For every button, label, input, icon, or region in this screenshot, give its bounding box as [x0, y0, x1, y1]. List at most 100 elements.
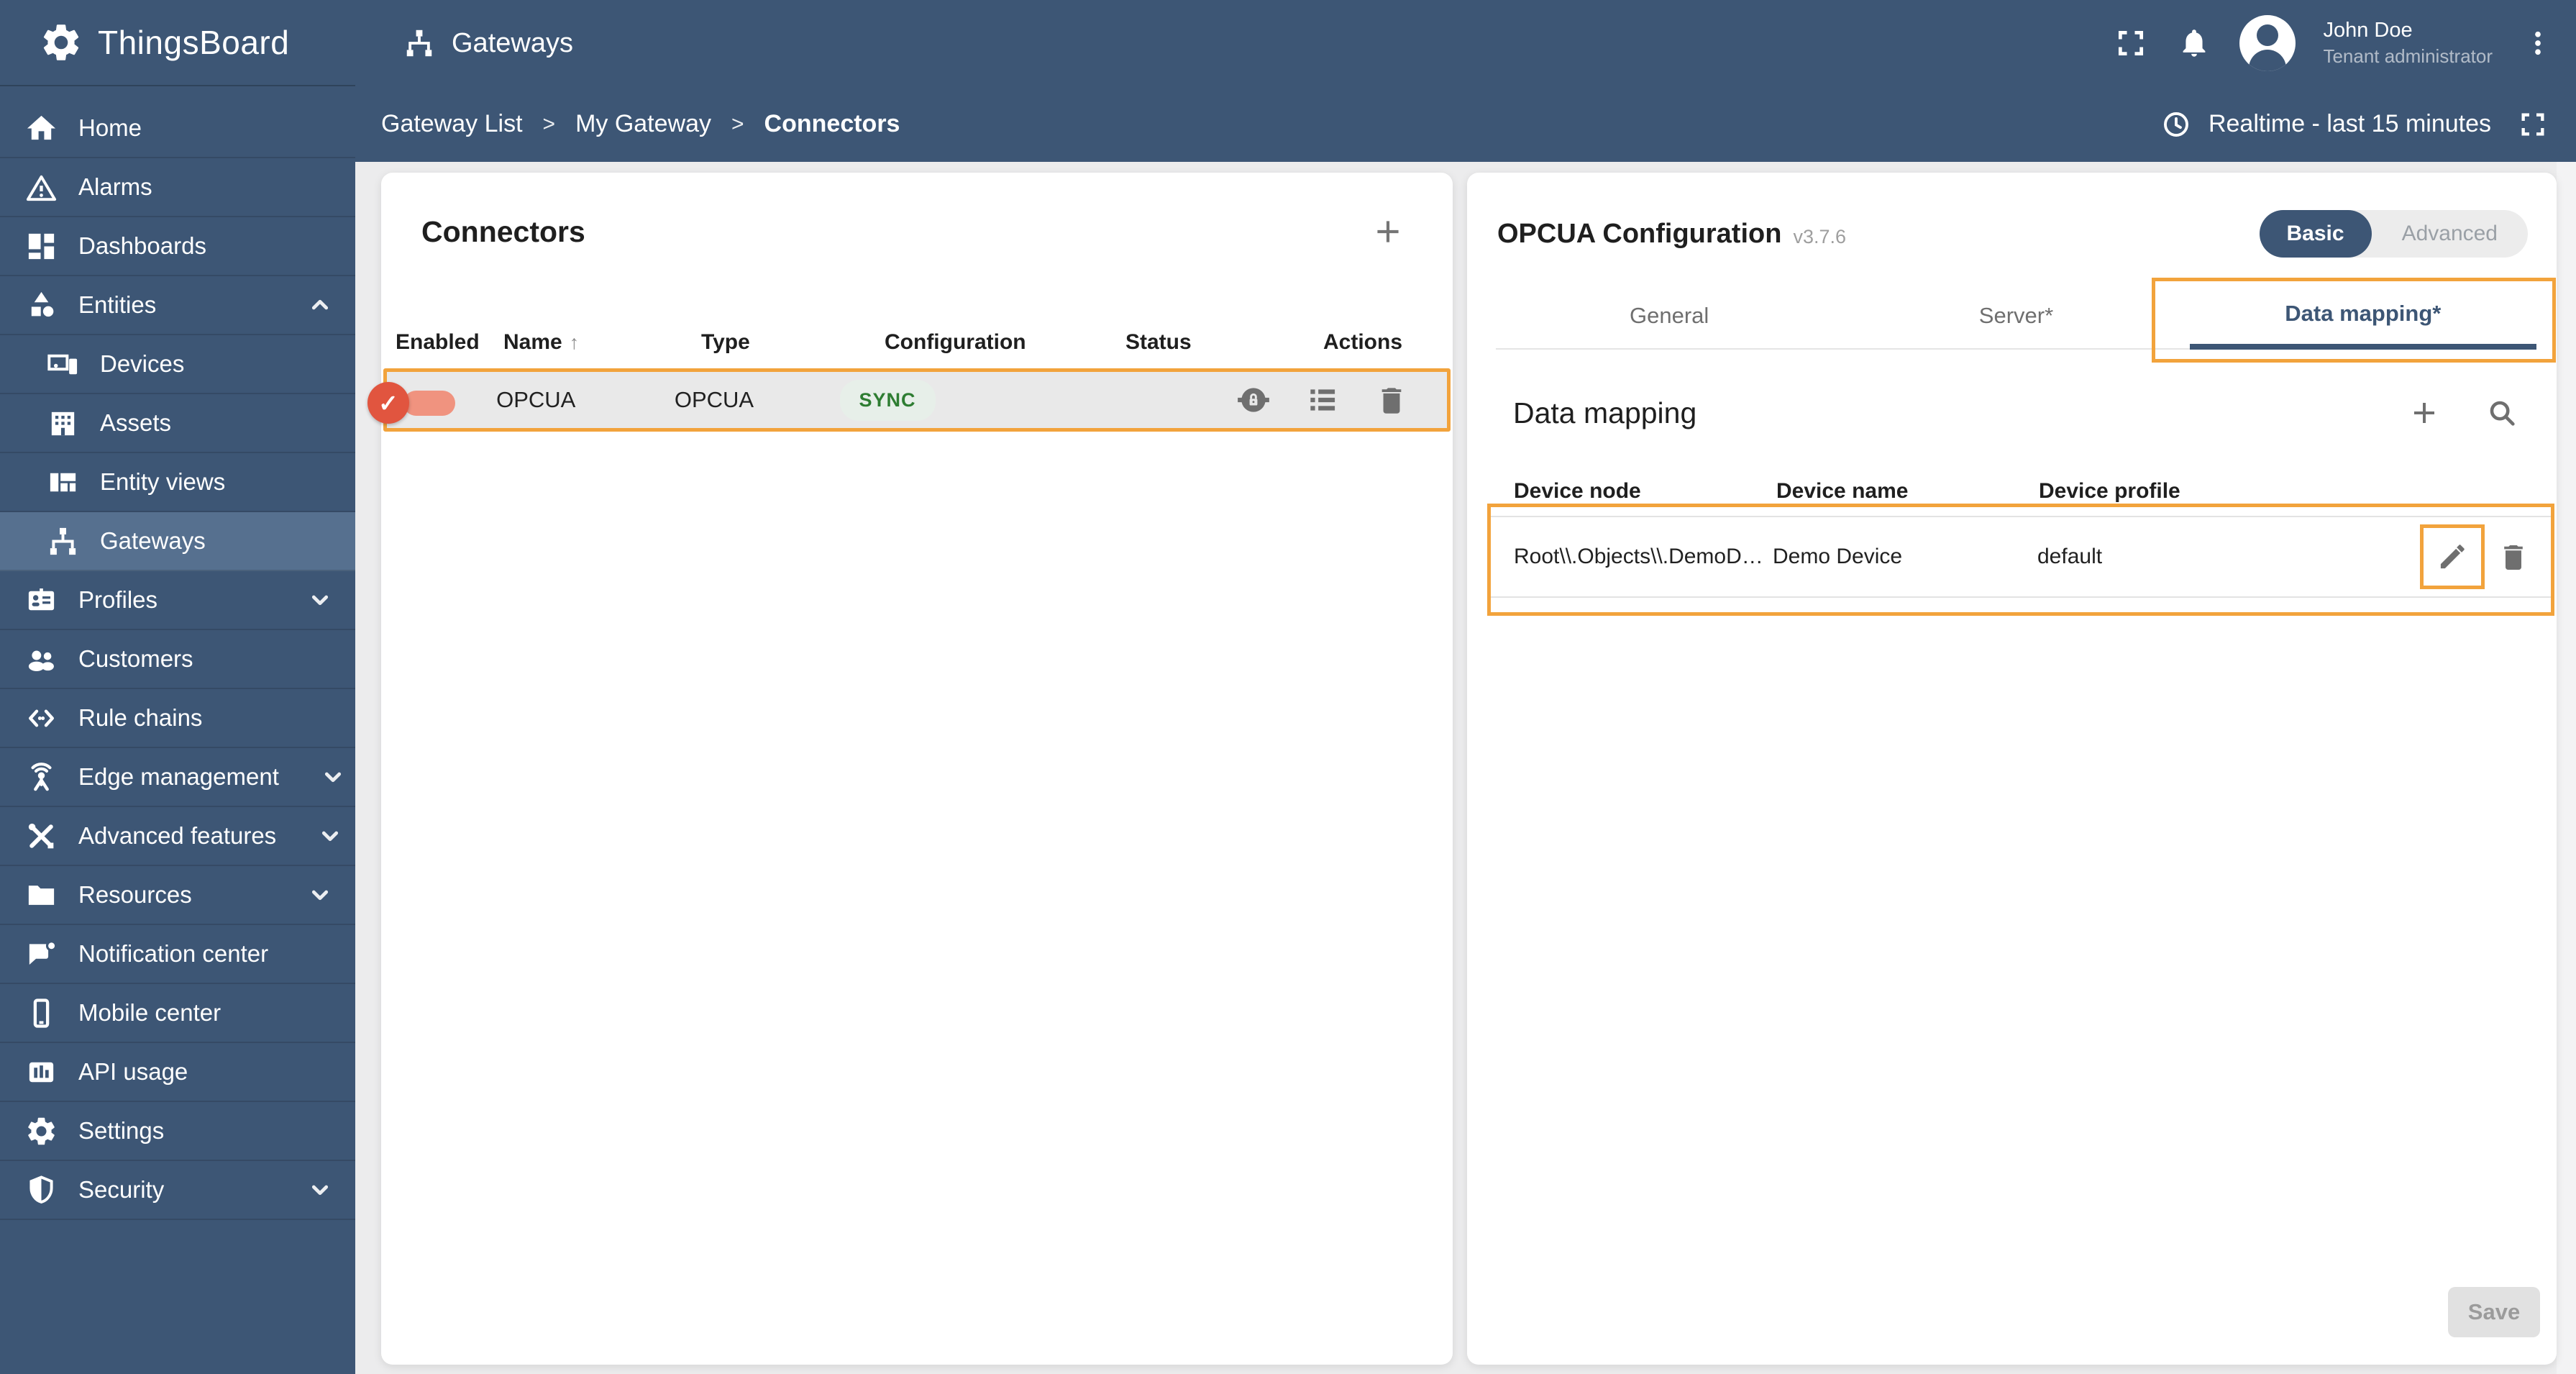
column-status[interactable]: Status [1125, 330, 1323, 355]
search-mapping-button[interactable] [2483, 394, 2521, 432]
sidebar-item-resources[interactable]: Resources [0, 866, 355, 925]
connectors-panel: Connectors Enabled Name ↑ Type Configurat… [367, 173, 1453, 1365]
column-device-node: Device node [1514, 479, 1641, 503]
timewindow-button[interactable]: Realtime - last 15 minutes [2161, 109, 2547, 140]
breadcrumb-my-gateway[interactable]: My Gateway [575, 110, 711, 138]
delete-mapping-button[interactable] [2495, 538, 2532, 575]
rpc-button[interactable] [1235, 381, 1272, 419]
tab-general[interactable]: General [1496, 283, 1842, 348]
trash-icon [1374, 382, 1410, 418]
tab-server[interactable]: Server* [1842, 283, 2189, 348]
page-title: Gateways [452, 27, 573, 58]
mode-basic[interactable]: Basic [2259, 210, 2372, 258]
list-icon [1305, 382, 1340, 418]
gateways-icon [403, 27, 436, 60]
chevron-down-icon [306, 586, 334, 614]
expand-timewindow-icon [2518, 110, 2547, 139]
logs-button[interactable] [1304, 381, 1341, 419]
add-connector-button[interactable] [1369, 213, 1407, 250]
rpc-lock-icon [1236, 382, 1271, 418]
sort-asc-icon: ↑ [569, 331, 580, 353]
mode-toggle: Basic Advanced [2259, 210, 2528, 258]
column-configuration[interactable]: Configuration [885, 330, 1125, 355]
breadcrumb-separator: > [542, 112, 556, 136]
sidebar-item-profiles[interactable]: Profiles [0, 571, 355, 630]
connectors-table-header: Enabled Name ↑ Type Configuration Status … [381, 319, 1453, 365]
plus-icon [1370, 214, 1406, 250]
config-version: v3.7.6 [1793, 225, 1846, 247]
sidebar-item-advanced-features[interactable]: Advanced features [0, 807, 355, 866]
connectors-title: Connectors [421, 214, 585, 248]
sidebar-item-customers[interactable]: Customers [0, 630, 355, 689]
breadcrumb-separator: > [731, 112, 744, 136]
sidebar-item-security[interactable]: Security [0, 1161, 355, 1220]
mapping-table-highlight: Root\\.Objects\\.DemoD… Demo Device defa… [1487, 504, 2554, 616]
sidebar-item-notification-center[interactable]: Notification center [0, 925, 355, 984]
enabled-cell [367, 382, 496, 424]
pencil-icon [2436, 540, 2469, 573]
scrollbar-track[interactable] [2557, 162, 2576, 1374]
customers-icon [24, 642, 58, 676]
fullscreen-button[interactable] [2113, 25, 2149, 61]
fullscreen-icon [2115, 27, 2147, 59]
trash-icon [2496, 540, 2531, 574]
save-button[interactable]: Save [2448, 1287, 2540, 1337]
delete-connector-button[interactable] [1373, 381, 1410, 419]
sidebar-item-settings[interactable]: Settings [0, 1102, 355, 1161]
tab-data-mapping[interactable]: Data mapping* [2189, 283, 2536, 350]
data-mapping-title: Data mapping [1513, 396, 1697, 429]
alarms-icon [24, 170, 58, 204]
chevron-down-icon [306, 1176, 334, 1204]
device-name-value: Demo Device [1773, 545, 1903, 568]
user-avatar[interactable] [2239, 15, 2296, 71]
breadcrumb-gateway-list[interactable]: Gateway List [381, 110, 523, 138]
user-name: John Doe [2323, 19, 2413, 42]
config-title: OPCUA Configuration [1497, 218, 1782, 249]
mobile-center-icon [24, 996, 58, 1030]
column-type[interactable]: Type [701, 330, 885, 355]
sidebar-item-gateways[interactable]: Gateways [0, 512, 355, 571]
status-cell [1056, 387, 1235, 413]
rule-chains-icon [24, 701, 58, 735]
more-menu-button[interactable] [2520, 25, 2556, 61]
bell-icon [2178, 27, 2210, 59]
connector-actions [1235, 381, 1435, 419]
mapping-row[interactable]: Root\\.Objects\\.DemoD… Demo Device defa… [1491, 517, 2551, 596]
edit-mapping-button[interactable] [2434, 538, 2471, 575]
column-enabled[interactable]: Enabled [396, 330, 503, 355]
connector-row-opcua[interactable]: OPCUA OPCUA SYNC [367, 368, 1451, 432]
more-vert-icon [2523, 28, 2553, 58]
chevron-down-icon [316, 822, 344, 850]
breadcrumb: Gateway List > My Gateway > Connectors [381, 110, 900, 138]
sync-chip: SYNC [839, 379, 936, 421]
sidebar-item-rule-chains[interactable]: Rule chains [0, 689, 355, 748]
sidebar-item-dashboards[interactable]: Dashboards [0, 217, 355, 276]
user-info[interactable]: John Doe Tenant administrator [2323, 17, 2493, 68]
advanced-features-icon [24, 819, 58, 853]
sidebar-item-edge-management[interactable]: Edge management [0, 748, 355, 807]
sidebar-item-alarms[interactable]: Alarms [0, 158, 355, 217]
edge-management-icon [24, 760, 58, 794]
column-name[interactable]: Name ↑ [503, 330, 701, 355]
sidebar-item-entity-views[interactable]: Entity views [0, 453, 355, 512]
add-mapping-button[interactable] [2406, 394, 2443, 432]
api-usage-icon [24, 1055, 58, 1089]
notifications-button[interactable] [2176, 25, 2212, 61]
mode-advanced[interactable]: Advanced [2372, 222, 2528, 246]
connector-type: OPCUA [674, 387, 754, 412]
sidebar-item-home[interactable]: Home [0, 99, 355, 158]
sidebar-item-mobile-center[interactable]: Mobile center [0, 984, 355, 1043]
sidebar-item-devices[interactable]: Devices [0, 335, 355, 394]
timewindow-label: Realtime - last 15 minutes [2208, 110, 2491, 137]
sidebar-item-api-usage[interactable]: API usage [0, 1043, 355, 1102]
app-name: ThingsBoard [98, 24, 290, 61]
app-logo[interactable]: ThingsBoard [0, 0, 355, 86]
opcua-config-panel: OPCUA Configuration v3.7.6 Basic Advance… [1467, 173, 2557, 1365]
entities-icon [24, 288, 58, 322]
profiles-icon [24, 583, 58, 617]
sidebar-item-entities[interactable]: Entities [0, 276, 355, 335]
home-icon [24, 112, 58, 145]
sidebar-item-assets[interactable]: Assets [0, 394, 355, 453]
edit-button-highlight [2420, 524, 2485, 589]
devices-icon [46, 347, 80, 381]
